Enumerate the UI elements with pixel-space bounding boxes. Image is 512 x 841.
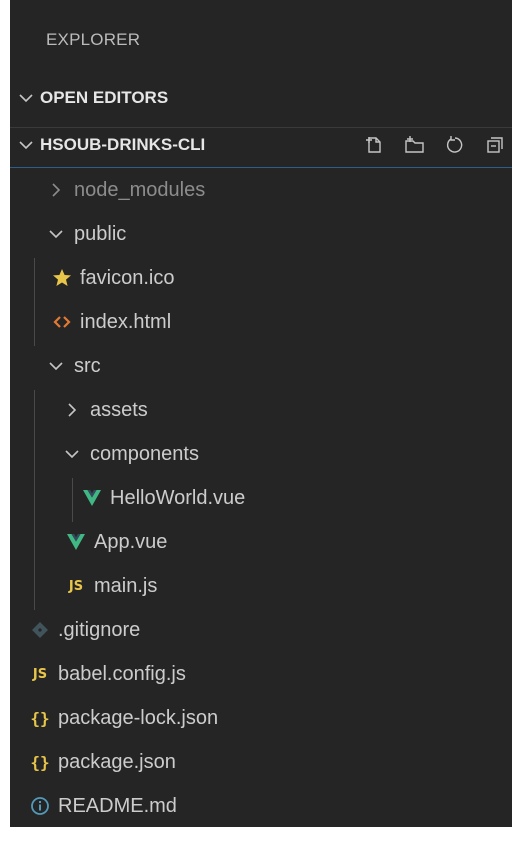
tree-file-package-json[interactable]: {} package.json bbox=[10, 740, 512, 784]
javascript-icon: JS bbox=[32, 666, 48, 682]
tree-label: node_modules bbox=[74, 178, 206, 201]
tree-label: main.js bbox=[94, 574, 158, 597]
tree-label: package.json bbox=[58, 750, 176, 773]
chevron-down-icon bbox=[12, 140, 40, 150]
chevron-right-icon bbox=[62, 399, 82, 421]
project-actions bbox=[352, 128, 512, 162]
tree-label: App.vue bbox=[94, 530, 168, 553]
open-editors-header[interactable]: OPEN EDITORS bbox=[10, 81, 512, 115]
new-folder-icon[interactable] bbox=[398, 128, 432, 162]
tree-label: package-lock.json bbox=[58, 706, 219, 729]
tree-file-gitignore[interactable]: .gitignore bbox=[10, 608, 512, 652]
tree-label: public bbox=[74, 222, 127, 245]
git-icon bbox=[30, 619, 50, 641]
explorer-title: EXPLORER bbox=[46, 30, 141, 49]
tree-label: .gitignore bbox=[58, 618, 141, 641]
tree-folder-src[interactable]: src bbox=[10, 344, 512, 388]
chevron-right-icon bbox=[46, 179, 66, 201]
tree-label: HelloWorld.vue bbox=[110, 486, 246, 509]
tree-label: index.html bbox=[80, 310, 172, 333]
vue-icon bbox=[82, 487, 102, 509]
tree-label: favicon.ico bbox=[80, 266, 175, 289]
tree-file-index-html[interactable]: index.html bbox=[10, 300, 512, 344]
json-icon: {} bbox=[30, 752, 50, 772]
chevron-down-icon bbox=[62, 443, 82, 465]
tree-folder-assets[interactable]: assets bbox=[10, 388, 512, 432]
javascript-icon: JS bbox=[68, 578, 84, 594]
info-icon bbox=[30, 795, 50, 817]
tree-label: assets bbox=[90, 398, 148, 421]
tree-label: README.md bbox=[58, 794, 177, 817]
tree-file-favicon[interactable]: favicon.ico bbox=[10, 256, 512, 300]
tree-file-main-js[interactable]: JS main.js bbox=[10, 564, 512, 608]
tree-folder-components[interactable]: components bbox=[10, 432, 512, 476]
chevron-down-icon bbox=[12, 93, 40, 103]
tree-label: babel.config.js bbox=[58, 662, 186, 685]
tree-file-package-lock[interactable]: {} package-lock.json bbox=[10, 696, 512, 740]
tree-folder-node-modules[interactable]: node_modules bbox=[10, 168, 512, 212]
vue-icon bbox=[66, 531, 86, 553]
refresh-icon[interactable] bbox=[438, 128, 472, 162]
html-icon bbox=[52, 311, 72, 333]
project-label: HSOUB-DRINKS-CLI bbox=[40, 135, 206, 154]
chevron-down-icon bbox=[46, 223, 66, 245]
tree-file-helloworld[interactable]: HelloWorld.vue bbox=[10, 476, 512, 520]
project-header[interactable]: HSOUB-DRINKS-CLI bbox=[10, 127, 512, 162]
tree-folder-public[interactable]: public bbox=[10, 212, 512, 256]
chevron-down-icon bbox=[46, 355, 66, 377]
json-icon: {} bbox=[30, 708, 50, 728]
tree-label: components bbox=[90, 442, 199, 465]
new-file-icon[interactable] bbox=[358, 128, 392, 162]
open-editors-label: OPEN EDITORS bbox=[40, 88, 169, 107]
collapse-all-icon[interactable] bbox=[478, 128, 512, 162]
star-icon bbox=[52, 267, 72, 289]
explorer-panel: EXPLORER OPEN EDITORS HSOUB-DRINKS-CLI n… bbox=[10, 0, 512, 827]
tree-label: src bbox=[74, 354, 101, 377]
tree-file-readme[interactable]: README.md bbox=[10, 784, 512, 827]
tree-file-babel-config[interactable]: JS babel.config.js bbox=[10, 652, 512, 696]
tree-file-app-vue[interactable]: App.vue bbox=[10, 520, 512, 564]
